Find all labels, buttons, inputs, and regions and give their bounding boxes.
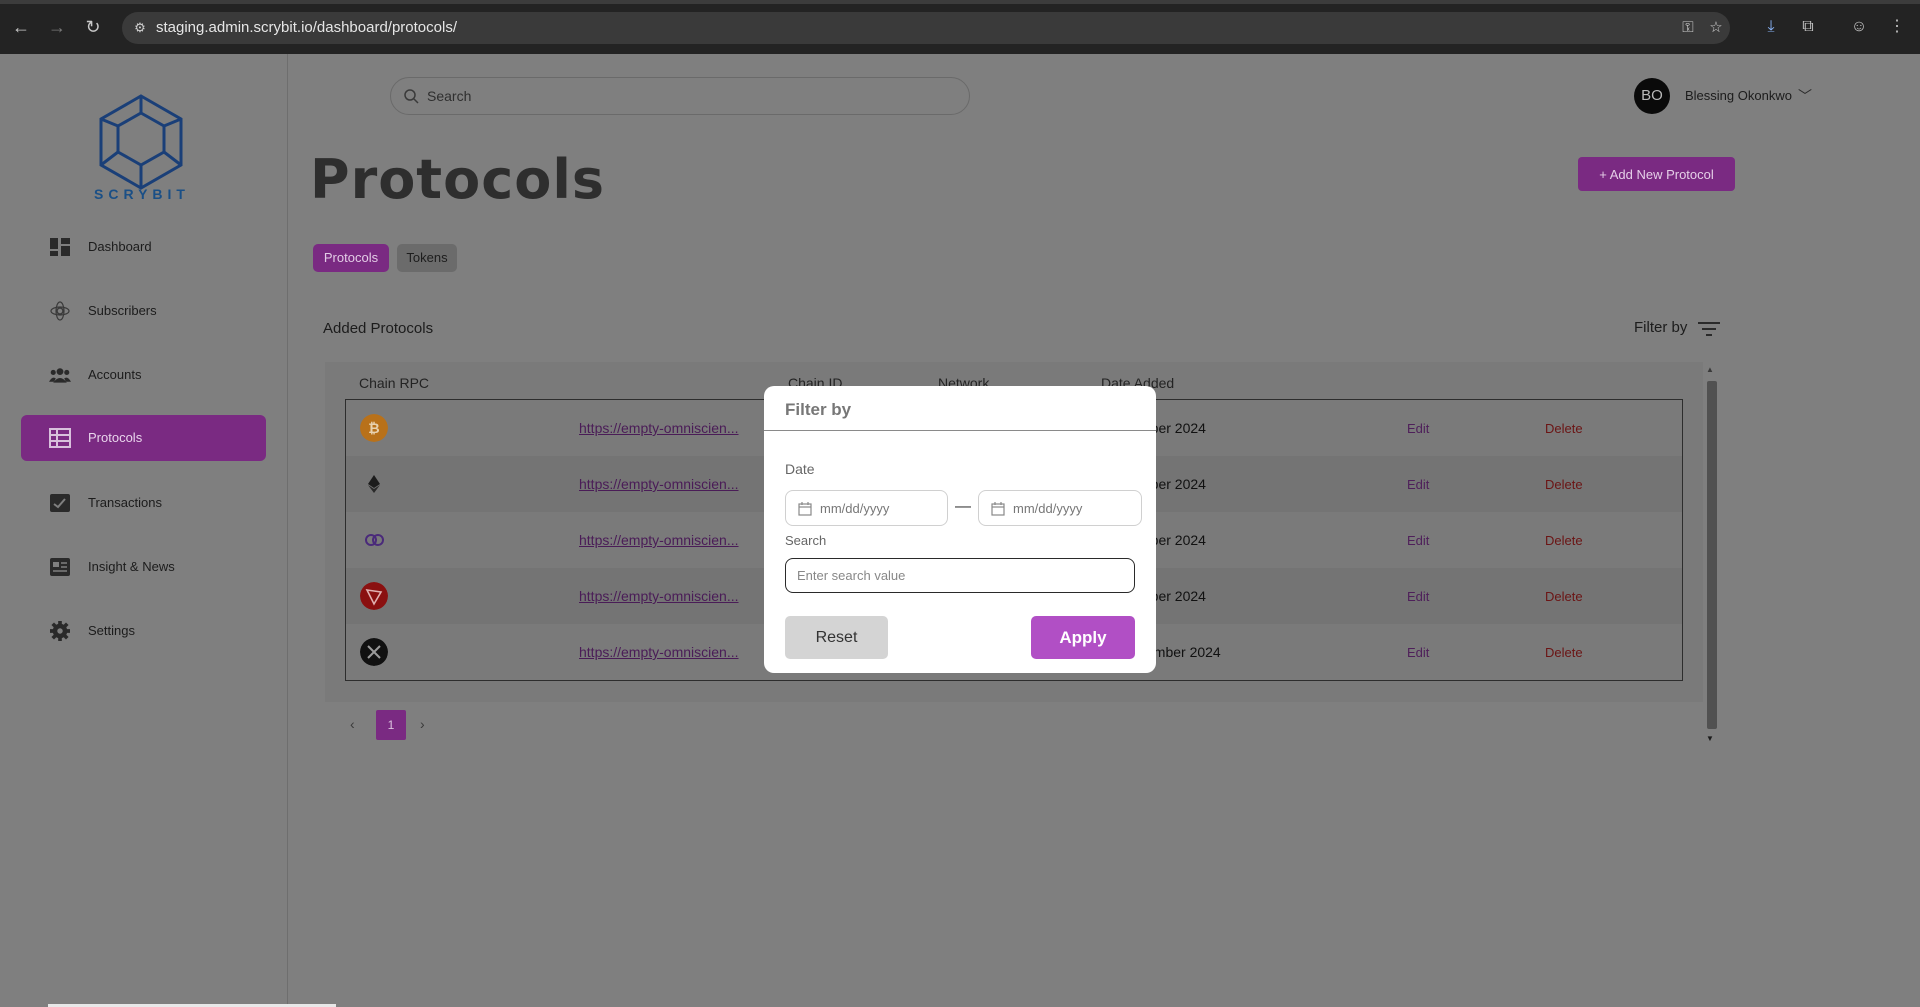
- edit-link[interactable]: Edit: [1407, 589, 1429, 604]
- pagination-next-icon[interactable]: ›: [420, 716, 425, 732]
- delete-link[interactable]: Delete: [1545, 421, 1583, 436]
- tab-protocols[interactable]: Protocols: [313, 244, 389, 272]
- date-from-placeholder: mm/dd/yyyy: [820, 501, 890, 516]
- chain-rpc-link[interactable]: https://empty-omniscien...: [579, 420, 739, 436]
- news-icon: [50, 558, 70, 576]
- pagination-prev-icon[interactable]: ‹: [350, 716, 355, 732]
- download-icon[interactable]: ⤓: [1760, 16, 1782, 38]
- site-info-icon[interactable]: ⚙: [130, 18, 150, 38]
- pagination-page-current[interactable]: 1: [376, 710, 406, 740]
- sidebar-item-label: Subscribers: [88, 303, 157, 318]
- polygon-icon: [365, 534, 384, 546]
- search-label: Search: [785, 533, 827, 548]
- sidebar-item-label: Dashboard: [88, 239, 152, 254]
- sidebar: SCRYBIT Dashboard Subscribers Accounts P…: [0, 54, 288, 1007]
- date-to-field[interactable]: mm/dd/yyyy: [978, 490, 1142, 526]
- protocols-icon: [49, 428, 71, 448]
- menu-icon[interactable]: ⋮: [1886, 16, 1908, 38]
- date-range-separator: —: [955, 498, 971, 515]
- delete-link[interactable]: Delete: [1545, 533, 1583, 548]
- forward-icon[interactable]: →: [46, 16, 68, 38]
- edit-link[interactable]: Edit: [1407, 477, 1429, 492]
- avatar[interactable]: BO: [1634, 78, 1670, 114]
- back-icon[interactable]: ←: [10, 16, 32, 38]
- sidebar-item-dashboard[interactable]: Dashboard: [21, 224, 266, 270]
- chevron-down-icon[interactable]: ﹀: [1798, 86, 1812, 106]
- search-input[interactable]: [427, 79, 947, 113]
- sidebar-item-label: Protocols: [88, 430, 143, 445]
- date-from-field[interactable]: mm/dd/yyyy: [785, 490, 948, 526]
- add-protocol-button[interactable]: + Add New Protocol: [1578, 157, 1735, 191]
- chain-rpc-link[interactable]: https://empty-omniscien...: [579, 644, 739, 660]
- scrollbar-thumb[interactable]: [1707, 381, 1717, 729]
- delete-link[interactable]: Delete: [1545, 589, 1583, 604]
- tab-strip: [0, 0, 1920, 4]
- svg-text:₿: ₿: [368, 421, 379, 437]
- subscribers-icon: [50, 301, 70, 321]
- sidebar-item-label: Insight & News: [88, 559, 175, 574]
- edit-link[interactable]: Edit: [1407, 645, 1429, 660]
- calendar-icon[interactable]: [798, 502, 812, 516]
- user-name[interactable]: Blessing Okonkwo: [1685, 88, 1792, 103]
- sidebar-item-accounts[interactable]: Accounts: [21, 352, 266, 398]
- date-label: Date: [785, 461, 815, 477]
- bookmark-star-icon[interactable]: ☆: [1706, 18, 1726, 38]
- extensions-icon[interactable]: ⧉: [1797, 16, 1819, 38]
- sidebar-item-protocols[interactable]: Protocols: [21, 415, 266, 461]
- chain-rpc-link[interactable]: https://empty-omniscien...: [579, 588, 739, 604]
- global-search[interactable]: [390, 77, 970, 115]
- sidebar-item-transactions[interactable]: Transactions: [21, 480, 266, 526]
- tab-tokens[interactable]: Tokens: [397, 244, 457, 272]
- modal-title: Filter by: [785, 400, 852, 419]
- transactions-icon: [50, 494, 70, 512]
- filter-icon[interactable]: [1697, 321, 1721, 337]
- sidebar-item-subscribers[interactable]: Subscribers: [21, 288, 266, 334]
- filter-search-input[interactable]: [785, 558, 1135, 593]
- edit-link[interactable]: Edit: [1407, 533, 1429, 548]
- apply-button[interactable]: Apply: [1031, 616, 1135, 659]
- column-header-chain-rpc: Chain RPC: [359, 375, 430, 391]
- bitcoin-icon: ₿: [360, 414, 388, 442]
- logo-text: SCRYBIT: [94, 186, 190, 202]
- browser-toolbar: ← → ↻ ⚙ staging.admin.scrybit.io/dashboa…: [0, 0, 1920, 54]
- filter-by-label[interactable]: Filter by: [1634, 319, 1687, 336]
- accounts-icon: [49, 368, 71, 383]
- filter-modal: Filter by Date mm/dd/yyyy — mm/dd/yyyy S…: [764, 386, 1156, 673]
- sidebar-item-settings[interactable]: Settings: [21, 608, 266, 654]
- calendar-icon[interactable]: [991, 502, 1005, 516]
- xrp-icon: [360, 638, 388, 666]
- date-to-placeholder: mm/dd/yyyy: [1013, 501, 1083, 516]
- reset-button[interactable]: Reset: [785, 616, 888, 659]
- scroll-down-arrow-icon[interactable]: ▼: [1706, 734, 1714, 743]
- delete-link[interactable]: Delete: [1545, 645, 1583, 660]
- profile-icon[interactable]: ☺: [1848, 16, 1870, 38]
- password-key-icon[interactable]: ⚿: [1678, 18, 1698, 38]
- dashboard-icon: [50, 238, 70, 256]
- section-title: Added Protocols: [323, 320, 434, 337]
- page-title: Protocols: [310, 148, 605, 211]
- scroll-up-arrow-icon[interactable]: ▲: [1706, 365, 1714, 374]
- delete-link[interactable]: Delete: [1545, 477, 1583, 492]
- reload-icon[interactable]: ↻: [82, 16, 104, 38]
- chain-rpc-link[interactable]: https://empty-omniscien...: [579, 532, 739, 548]
- tron-icon: [360, 582, 388, 610]
- address-bar[interactable]: ⚙ staging.admin.scrybit.io/dashboard/pro…: [122, 12, 1730, 44]
- sidebar-item-insight-news[interactable]: Insight & News: [21, 544, 266, 590]
- chain-rpc-link[interactable]: https://empty-omniscien...: [579, 476, 739, 492]
- ethereum-icon: [368, 475, 380, 493]
- url-text[interactable]: staging.admin.scrybit.io/dashboard/proto…: [156, 19, 457, 36]
- settings-icon: [50, 621, 70, 641]
- sidebar-item-label: Settings: [88, 623, 135, 638]
- search-icon: [404, 89, 419, 104]
- sidebar-item-label: Transactions: [88, 495, 162, 510]
- edit-link[interactable]: Edit: [1407, 421, 1429, 436]
- sidebar-item-label: Accounts: [88, 367, 142, 382]
- modal-divider: [764, 430, 1156, 431]
